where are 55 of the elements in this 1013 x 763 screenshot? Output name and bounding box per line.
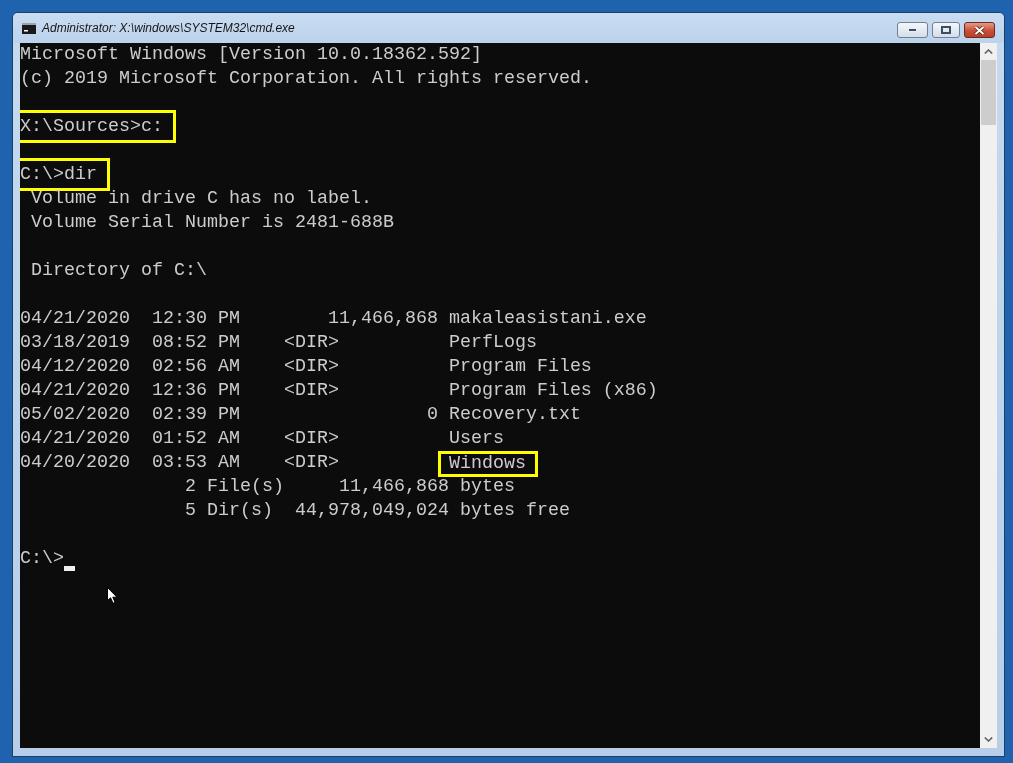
total-size: 44,978,049,024	[294, 499, 449, 523]
size-unit: bytes free	[459, 499, 570, 523]
file-time: 01:52 AM	[151, 427, 241, 451]
item-count: 5	[184, 499, 196, 523]
prompt-text: C:\>	[20, 547, 64, 571]
file-name: makaleasistani.exe	[448, 307, 647, 331]
file-date: 04/21/2020	[20, 379, 131, 403]
dir-tag: <DIR>	[283, 451, 339, 475]
dir-tag: <DIR>	[283, 331, 339, 355]
item-count: 2	[184, 475, 196, 499]
file-name: Users	[448, 427, 504, 451]
file-date: 03/18/2019	[20, 331, 131, 355]
scrollbar[interactable]	[980, 43, 997, 748]
info-text: Volume in drive C has no label.	[31, 188, 372, 209]
file-time: 12:30 PM	[151, 307, 241, 331]
console-text: (c) 2019 Microsoft Corporation. All rights reserved.	[20, 68, 592, 89]
size-unit: bytes	[459, 475, 515, 499]
info-text: Volume Serial Number is 2481-688B	[31, 212, 394, 233]
minimize-button[interactable]	[897, 22, 928, 38]
file-name: Recovery.txt	[448, 403, 581, 427]
file-time: 02:56 AM	[151, 355, 241, 379]
mouse-pointer-icon	[107, 587, 118, 604]
count-label: File(s)	[206, 475, 284, 499]
file-time: 03:53 AM	[151, 451, 241, 475]
console-text: Microsoft Windows [Version 10.0.18362.592]	[20, 44, 482, 65]
count-label: Dir(s)	[206, 499, 273, 523]
file-size: 0	[426, 403, 438, 427]
file-name: Windows	[437, 451, 538, 477]
total-size: 11,466,868	[338, 475, 449, 499]
file-size: 11,466,868	[327, 307, 438, 331]
minimize-icon	[908, 28, 917, 32]
file-name: PerfLogs	[448, 331, 537, 355]
chevron-up-icon	[984, 49, 993, 54]
file-date: 04/21/2020	[20, 427, 131, 451]
maximize-button[interactable]	[932, 22, 960, 38]
dir-tag: <DIR>	[283, 355, 339, 379]
file-name: Program Files	[448, 355, 592, 379]
file-time: 08:52 PM	[151, 331, 241, 355]
chevron-down-icon	[984, 737, 993, 742]
close-icon	[974, 25, 985, 35]
file-date: 04/12/2020	[20, 355, 131, 379]
file-time: 02:39 PM	[151, 403, 241, 427]
info-text: Directory of C:\	[31, 260, 207, 281]
console-icon	[22, 22, 36, 34]
window-title: Administrator: X:\windows\SYSTEM32\cmd.exe	[42, 21, 296, 35]
dir-tag: <DIR>	[283, 379, 339, 403]
close-button[interactable]	[964, 22, 995, 38]
file-date: 05/02/2020	[20, 403, 131, 427]
file-name: Program Files (x86)	[448, 379, 658, 403]
file-date: 04/20/2020	[20, 451, 131, 475]
file-time: 12:36 PM	[151, 379, 241, 403]
scrollbar-thumb[interactable]	[981, 60, 996, 125]
maximize-icon	[941, 26, 951, 34]
file-date: 04/21/2020	[20, 307, 131, 331]
dir-tag: <DIR>	[283, 427, 339, 451]
